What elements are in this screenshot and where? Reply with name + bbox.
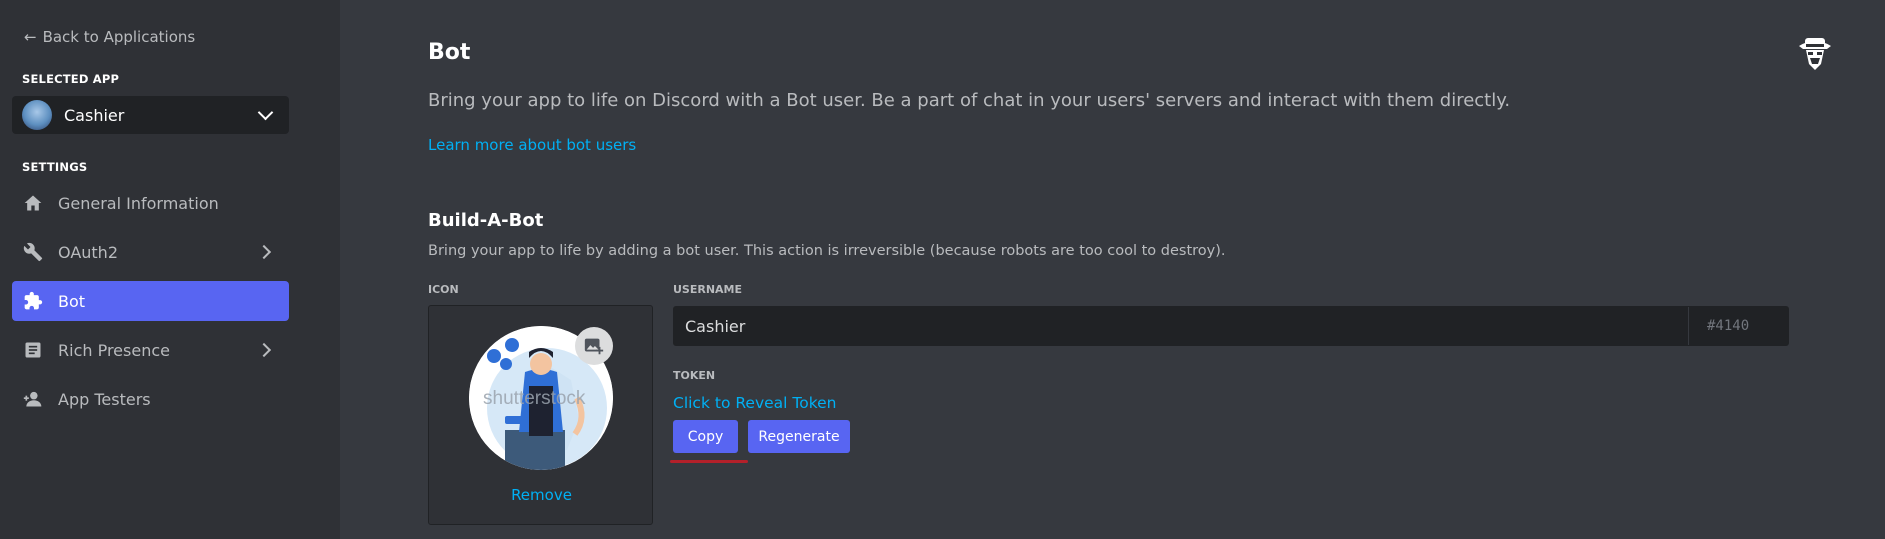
sidebar-item-oauth2[interactable]: OAuth2	[12, 232, 289, 272]
token-label: TOKEN	[673, 369, 716, 382]
back-to-applications-link[interactable]: ← Back to Applications	[24, 28, 195, 46]
sidebar-item-label: General Information	[58, 193, 219, 213]
sidebar-item-label: Rich Presence	[58, 340, 170, 360]
back-label: Back to Applications	[42, 28, 196, 46]
app-selector-dropdown[interactable]: Cashier	[12, 96, 289, 134]
home-icon	[22, 192, 44, 214]
section-description: Bring your app to life by adding a bot u…	[428, 243, 1226, 259]
app-avatar	[22, 100, 52, 130]
username-label: USERNAME	[673, 283, 743, 296]
sidebar-item-app-testers[interactable]: App Testers	[12, 379, 289, 419]
sidebar-item-label: OAuth2	[58, 242, 118, 262]
user-avatar[interactable]	[1793, 30, 1837, 74]
settings-heading: SETTINGS	[22, 160, 88, 174]
wrench-icon	[22, 241, 44, 263]
sidebar-item-rich-presence[interactable]: Rich Presence	[12, 330, 289, 370]
red-underline-annotation	[670, 460, 748, 463]
selected-app-heading: SELECTED APP	[22, 72, 120, 86]
section-title: Build-A-Bot	[428, 210, 544, 231]
chevron-down-icon	[257, 104, 274, 120]
page-description: Bring your app to life on Discord with a…	[428, 90, 1511, 111]
app-name: Cashier	[64, 105, 125, 125]
person-icon	[22, 388, 44, 410]
svg-text:shutterstock: shutterstock	[483, 388, 586, 409]
document-icon	[22, 339, 44, 361]
main-content: Bot Bring your app to life on Discord wi…	[340, 0, 1885, 539]
sidebar: ← Back to Applications SELECTED APP Cash…	[0, 0, 340, 539]
chevron-right-icon	[256, 342, 272, 358]
copy-button[interactable]: Copy	[673, 420, 738, 453]
puzzle-icon	[22, 290, 44, 312]
username-value: Cashier	[685, 316, 746, 336]
chevron-right-icon	[256, 244, 272, 260]
icon-label: ICON	[428, 283, 459, 296]
regenerate-button[interactable]: Regenerate	[748, 420, 850, 453]
sidebar-item-general-information[interactable]: General Information	[12, 183, 289, 223]
image-upload-icon[interactable]	[575, 327, 613, 365]
remove-avatar-link[interactable]: Remove	[429, 486, 654, 504]
username-field[interactable]: Cashier #4140	[673, 306, 1789, 346]
sidebar-item-label: App Testers	[58, 389, 151, 409]
learn-more-link[interactable]: Learn more about bot users	[428, 136, 636, 154]
icon-upload-box: shutterstock Remove	[428, 305, 653, 525]
sidebar-item-bot[interactable]: Bot	[12, 281, 289, 321]
arrow-left-icon: ←	[24, 28, 37, 46]
sidebar-item-label: Bot	[58, 291, 86, 311]
reveal-token-link[interactable]: Click to Reveal Token	[673, 394, 837, 412]
discriminator: #4140	[1688, 307, 1788, 345]
page-title: Bot	[428, 40, 471, 65]
